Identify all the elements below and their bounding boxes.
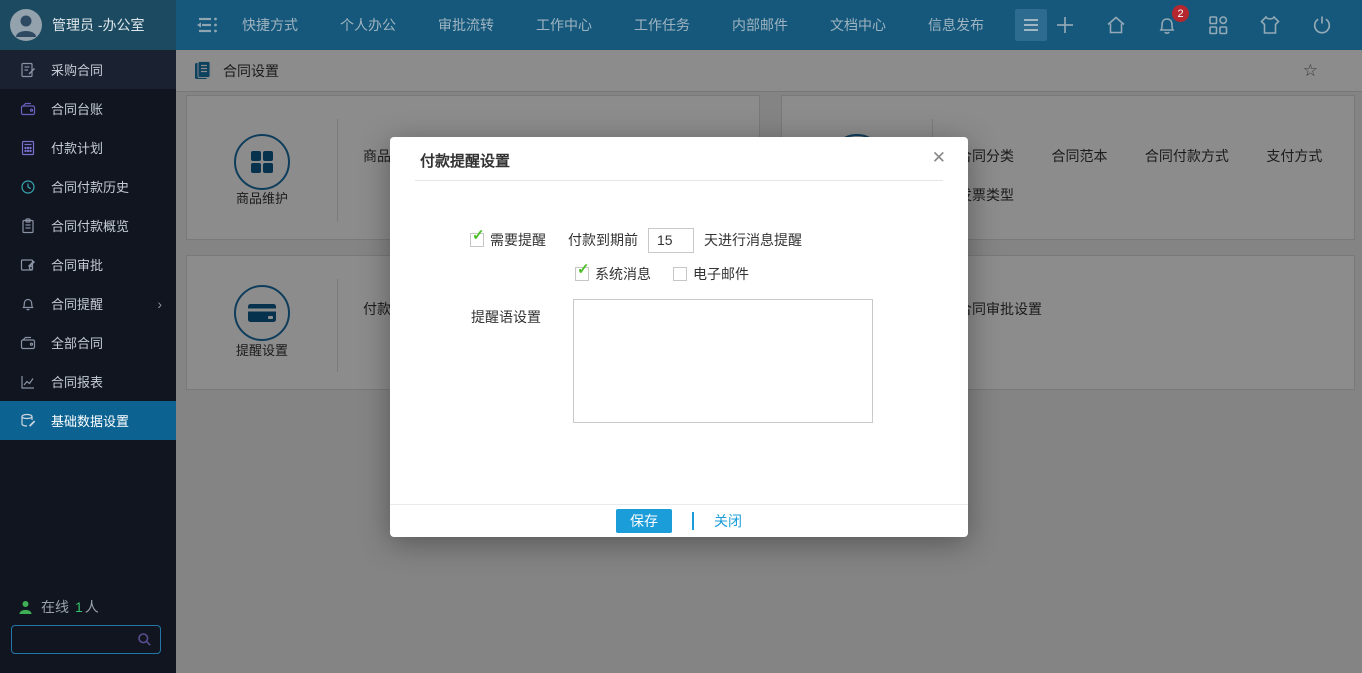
wallet-icon <box>20 101 36 117</box>
top-navbar: 管理员 -办公室 快捷方式 个人办公 审批流转 工作中心 工作任务 内部邮件 文… <box>0 0 1362 50</box>
divider <box>692 512 694 530</box>
sidebar-item-label: 采购合同 <box>51 63 104 78</box>
sidebar-search-input[interactable] <box>12 632 137 647</box>
sidebar-item-label: 合同台账 <box>51 102 104 117</box>
sidebar: 采购合同 合同台账 付款计划 合同付款历史 合同付款概览 合同审批 合同提醒 › <box>0 50 176 673</box>
days-suffix-label: 天进行消息提醒 <box>704 232 802 248</box>
sidebar-item-label: 合同审批 <box>51 258 104 273</box>
document-edit-icon <box>20 62 36 78</box>
approval-stamp-icon <box>20 257 36 273</box>
sidebar-item-label: 基础数据设置 <box>51 414 130 429</box>
reminder-row: ✓ 需要提醒 付款到期前 天进行消息提醒 <box>470 227 802 253</box>
check-mark: ✓ <box>472 227 485 244</box>
sidebar-item-payment-overview[interactable]: 合同付款概览 <box>0 206 176 245</box>
system-message-checkbox[interactable]: ✓ <box>575 261 590 281</box>
sidebar-item-label: 合同报表 <box>51 375 104 390</box>
power-icon[interactable] <box>1310 13 1334 37</box>
sidebar-item-payment-plan[interactable]: 付款计划 <box>0 128 176 167</box>
nav-overflow-button[interactable] <box>1015 9 1047 41</box>
search-icon[interactable] <box>137 632 160 647</box>
sidebar-item-purchase-contract[interactable]: 采购合同 <box>0 50 176 89</box>
clock-icon <box>20 179 36 195</box>
chart-icon <box>20 374 36 390</box>
user-avatar-icon <box>10 9 42 41</box>
nav-item-tasks[interactable]: 工作任务 <box>613 0 711 50</box>
notifications-bell-icon[interactable]: 2 <box>1155 5 1189 37</box>
dialog-title: 付款提醒设置 <box>420 153 511 170</box>
home-icon[interactable] <box>1104 13 1128 37</box>
email-checkbox[interactable] <box>673 267 687 281</box>
user-block[interactable]: 管理员 -办公室 <box>0 0 176 50</box>
system-message-label: 系统消息 <box>595 266 651 282</box>
days-prefix-label: 付款到期前 <box>568 232 638 248</box>
user-name: 管理员 -办公室 <box>52 17 145 33</box>
nav-item-shortcuts[interactable]: 快捷方式 <box>221 0 319 50</box>
submenu-chevron-icon: › <box>157 295 162 312</box>
reminder-text-area[interactable] <box>573 299 873 423</box>
days-input[interactable] <box>648 227 694 253</box>
online-label: 在线 <box>41 599 69 615</box>
online-status: 在线 1 人 <box>18 597 99 617</box>
theme-shirt-icon[interactable] <box>1257 13 1283 37</box>
sidebar-item-base-data-settings[interactable]: 基础数据设置 <box>0 401 176 440</box>
sidebar-item-label: 合同付款历史 <box>51 180 130 195</box>
sidebar-item-contract-ledger[interactable]: 合同台账 <box>0 89 176 128</box>
add-icon[interactable] <box>1053 13 1077 37</box>
email-label: 电子邮件 <box>693 266 749 282</box>
app-window: 管理员 -办公室 快捷方式 个人办公 审批流转 工作中心 工作任务 内部邮件 文… <box>0 0 1362 673</box>
online-count: 1 <box>75 599 83 615</box>
need-reminder-label: 需要提醒 <box>490 232 546 248</box>
wallet-icon <box>20 335 36 351</box>
need-reminder-checkbox[interactable]: ✓ <box>470 227 485 247</box>
sidebar-item-payment-history[interactable]: 合同付款历史 <box>0 167 176 206</box>
close-button[interactable]: 关闭 <box>714 511 742 531</box>
online-person-icon <box>18 600 33 615</box>
channel-row: ✓ 系统消息 电子邮件 <box>575 261 749 284</box>
main-nav: 快捷方式 个人办公 审批流转 工作中心 工作任务 内部邮件 文档中心 信息发布 <box>221 0 1047 50</box>
save-button[interactable]: 保存 <box>616 509 672 533</box>
sidebar-item-label: 合同付款概览 <box>51 219 130 234</box>
nav-item-workcenter[interactable]: 工作中心 <box>515 0 613 50</box>
nav-item-mail[interactable]: 内部邮件 <box>711 0 809 50</box>
nav-item-news[interactable]: 信息发布 <box>907 0 1005 50</box>
notification-badge: 2 <box>1172 5 1189 22</box>
sidebar-item-all-contracts[interactable]: 全部合同 <box>0 323 176 362</box>
reminder-text-label: 提醒语设置 <box>471 309 541 325</box>
payment-reminder-dialog: 付款提醒设置 ✕ ✓ 需要提醒 付款到期前 天进行消息提醒 ✓ 系统消息 电子邮… <box>390 137 968 537</box>
nav-item-personal[interactable]: 个人办公 <box>319 0 417 50</box>
menu-fold-icon[interactable] <box>195 14 221 36</box>
sidebar-item-label: 付款计划 <box>51 141 104 156</box>
nav-item-approval[interactable]: 审批流转 <box>417 0 515 50</box>
close-icon[interactable]: ✕ <box>932 148 946 168</box>
online-unit: 人 <box>84 599 99 615</box>
sidebar-item-contract-reminder[interactable]: 合同提醒 › <box>0 284 176 323</box>
dialog-footer: 保存 关闭 <box>390 504 968 537</box>
apps-grid-icon[interactable] <box>1206 13 1230 37</box>
sidebar-item-contract-approval[interactable]: 合同审批 <box>0 245 176 284</box>
divider <box>415 180 943 181</box>
sidebar-item-label: 全部合同 <box>51 336 104 351</box>
sidebar-item-contract-reports[interactable]: 合同报表 <box>0 362 176 401</box>
check-mark: ✓ <box>577 261 590 278</box>
topbar-actions: 2 <box>1053 5 1362 37</box>
calculator-icon <box>20 140 36 156</box>
sidebar-item-label: 合同提醒 <box>51 297 104 312</box>
nav-item-documents[interactable]: 文档中心 <box>809 0 907 50</box>
clipboard-icon <box>20 217 36 234</box>
sidebar-search <box>11 625 161 654</box>
database-icon <box>20 413 36 429</box>
bell-icon <box>20 296 36 312</box>
